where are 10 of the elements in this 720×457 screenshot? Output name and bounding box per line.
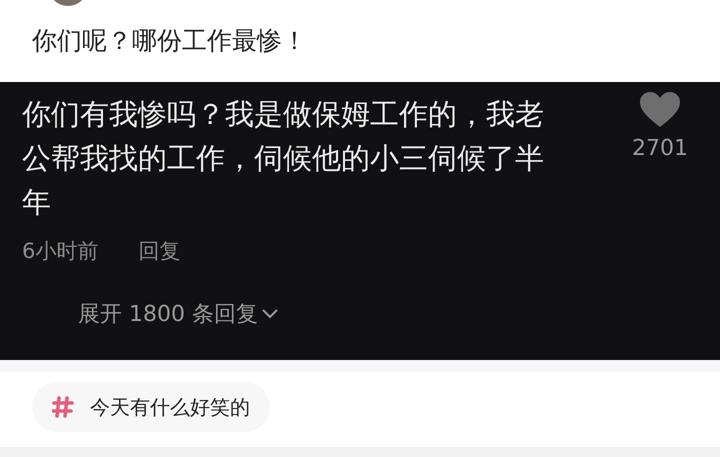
comment-text: 你们有我惨吗？我是做保姆工作的，我老公帮我找的工作，伺候他的小三伺候了半年 bbox=[22, 96, 545, 221]
expand-replies-button[interactable]: 展开 1800 条回复 bbox=[78, 298, 278, 330]
heart-icon[interactable] bbox=[639, 92, 681, 128]
like-count: 2701 bbox=[632, 135, 688, 163]
topic-tag[interactable]: 今天有什么好笑的 bbox=[32, 382, 270, 432]
reply-link[interactable]: 回复 bbox=[138, 236, 180, 268]
post-text: 你们呢？哪份工作最惨！ bbox=[31, 25, 308, 57]
chevron-down-icon bbox=[262, 309, 278, 319]
comment-time: 6小时前 bbox=[22, 238, 98, 265]
hashtag-icon bbox=[52, 396, 74, 418]
